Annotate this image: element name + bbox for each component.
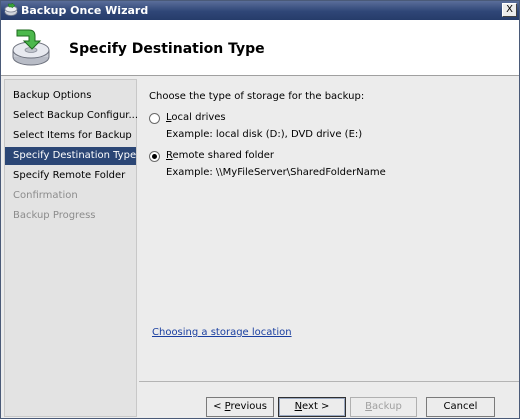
close-icon: X [506, 4, 513, 15]
wizard-header: Specify Destination Type [1, 20, 519, 76]
local-drives-example: Example: local disk (D:), DVD drive (E:) [166, 129, 363, 140]
step-select-items-for-backup[interactable]: Select Items for Backup [5, 127, 136, 145]
step-backup-options[interactable]: Backup Options [5, 87, 136, 105]
window-title: Backup Once Wizard [21, 4, 149, 17]
remote-shared-folder-label-text: emote shared folder [172, 150, 275, 161]
step-backup-progress: Backup Progress [13, 210, 96, 221]
backup-once-wizard-window: Backup Once Wizard X Specify Destination… [0, 0, 520, 419]
backup-app-icon [4, 3, 18, 16]
previous-button-text: revious [230, 401, 267, 412]
backup-button-accelerator: B [365, 401, 373, 412]
local-drives-radio[interactable] [149, 113, 160, 124]
wizard-button-bar: < Previous Next > Backup Cancel [139, 381, 519, 418]
page-title: Specify Destination Type [69, 41, 265, 57]
next-button-text: ext > [302, 401, 330, 412]
local-drives-label[interactable]: Local drives [166, 112, 226, 123]
step-specify-remote-folder[interactable]: Specify Remote Folder [5, 167, 136, 185]
close-button[interactable]: X [502, 3, 517, 17]
step-specify-destination-type[interactable]: Specify Destination Type [5, 147, 136, 165]
backup-button-text: ackup [372, 401, 402, 412]
remote-shared-folder-example: Example: \\MyFileServer\SharedFolderName [166, 167, 386, 178]
title-bar[interactable]: Backup Once Wizard X [1, 1, 519, 20]
step-select-backup-configuration[interactable]: Select Backup Configur... [5, 107, 138, 125]
remote-shared-folder-radio[interactable] [149, 151, 160, 162]
next-button-accelerator: N [294, 401, 303, 412]
backup-drive-icon [12, 29, 50, 66]
content-panel: Choose the type of storage for the backu… [139, 79, 519, 377]
next-button[interactable]: Next > [278, 397, 346, 417]
storage-location-help-link[interactable]: Choosing a storage location [152, 327, 292, 338]
remote-shared-folder-label[interactable]: Remote shared folder [166, 150, 274, 161]
wizard-steps-sidebar: Backup Options Select Backup Configur...… [4, 79, 138, 417]
step-confirmation: Confirmation [13, 190, 78, 201]
cancel-button[interactable]: Cancel [426, 397, 495, 417]
previous-button[interactable]: < Previous [206, 397, 274, 417]
storage-type-prompt: Choose the type of storage for the backu… [149, 91, 365, 102]
local-drives-label-text: ocal drives [171, 112, 226, 123]
previous-button-prefix: < [213, 401, 225, 412]
backup-button: Backup [350, 397, 417, 417]
